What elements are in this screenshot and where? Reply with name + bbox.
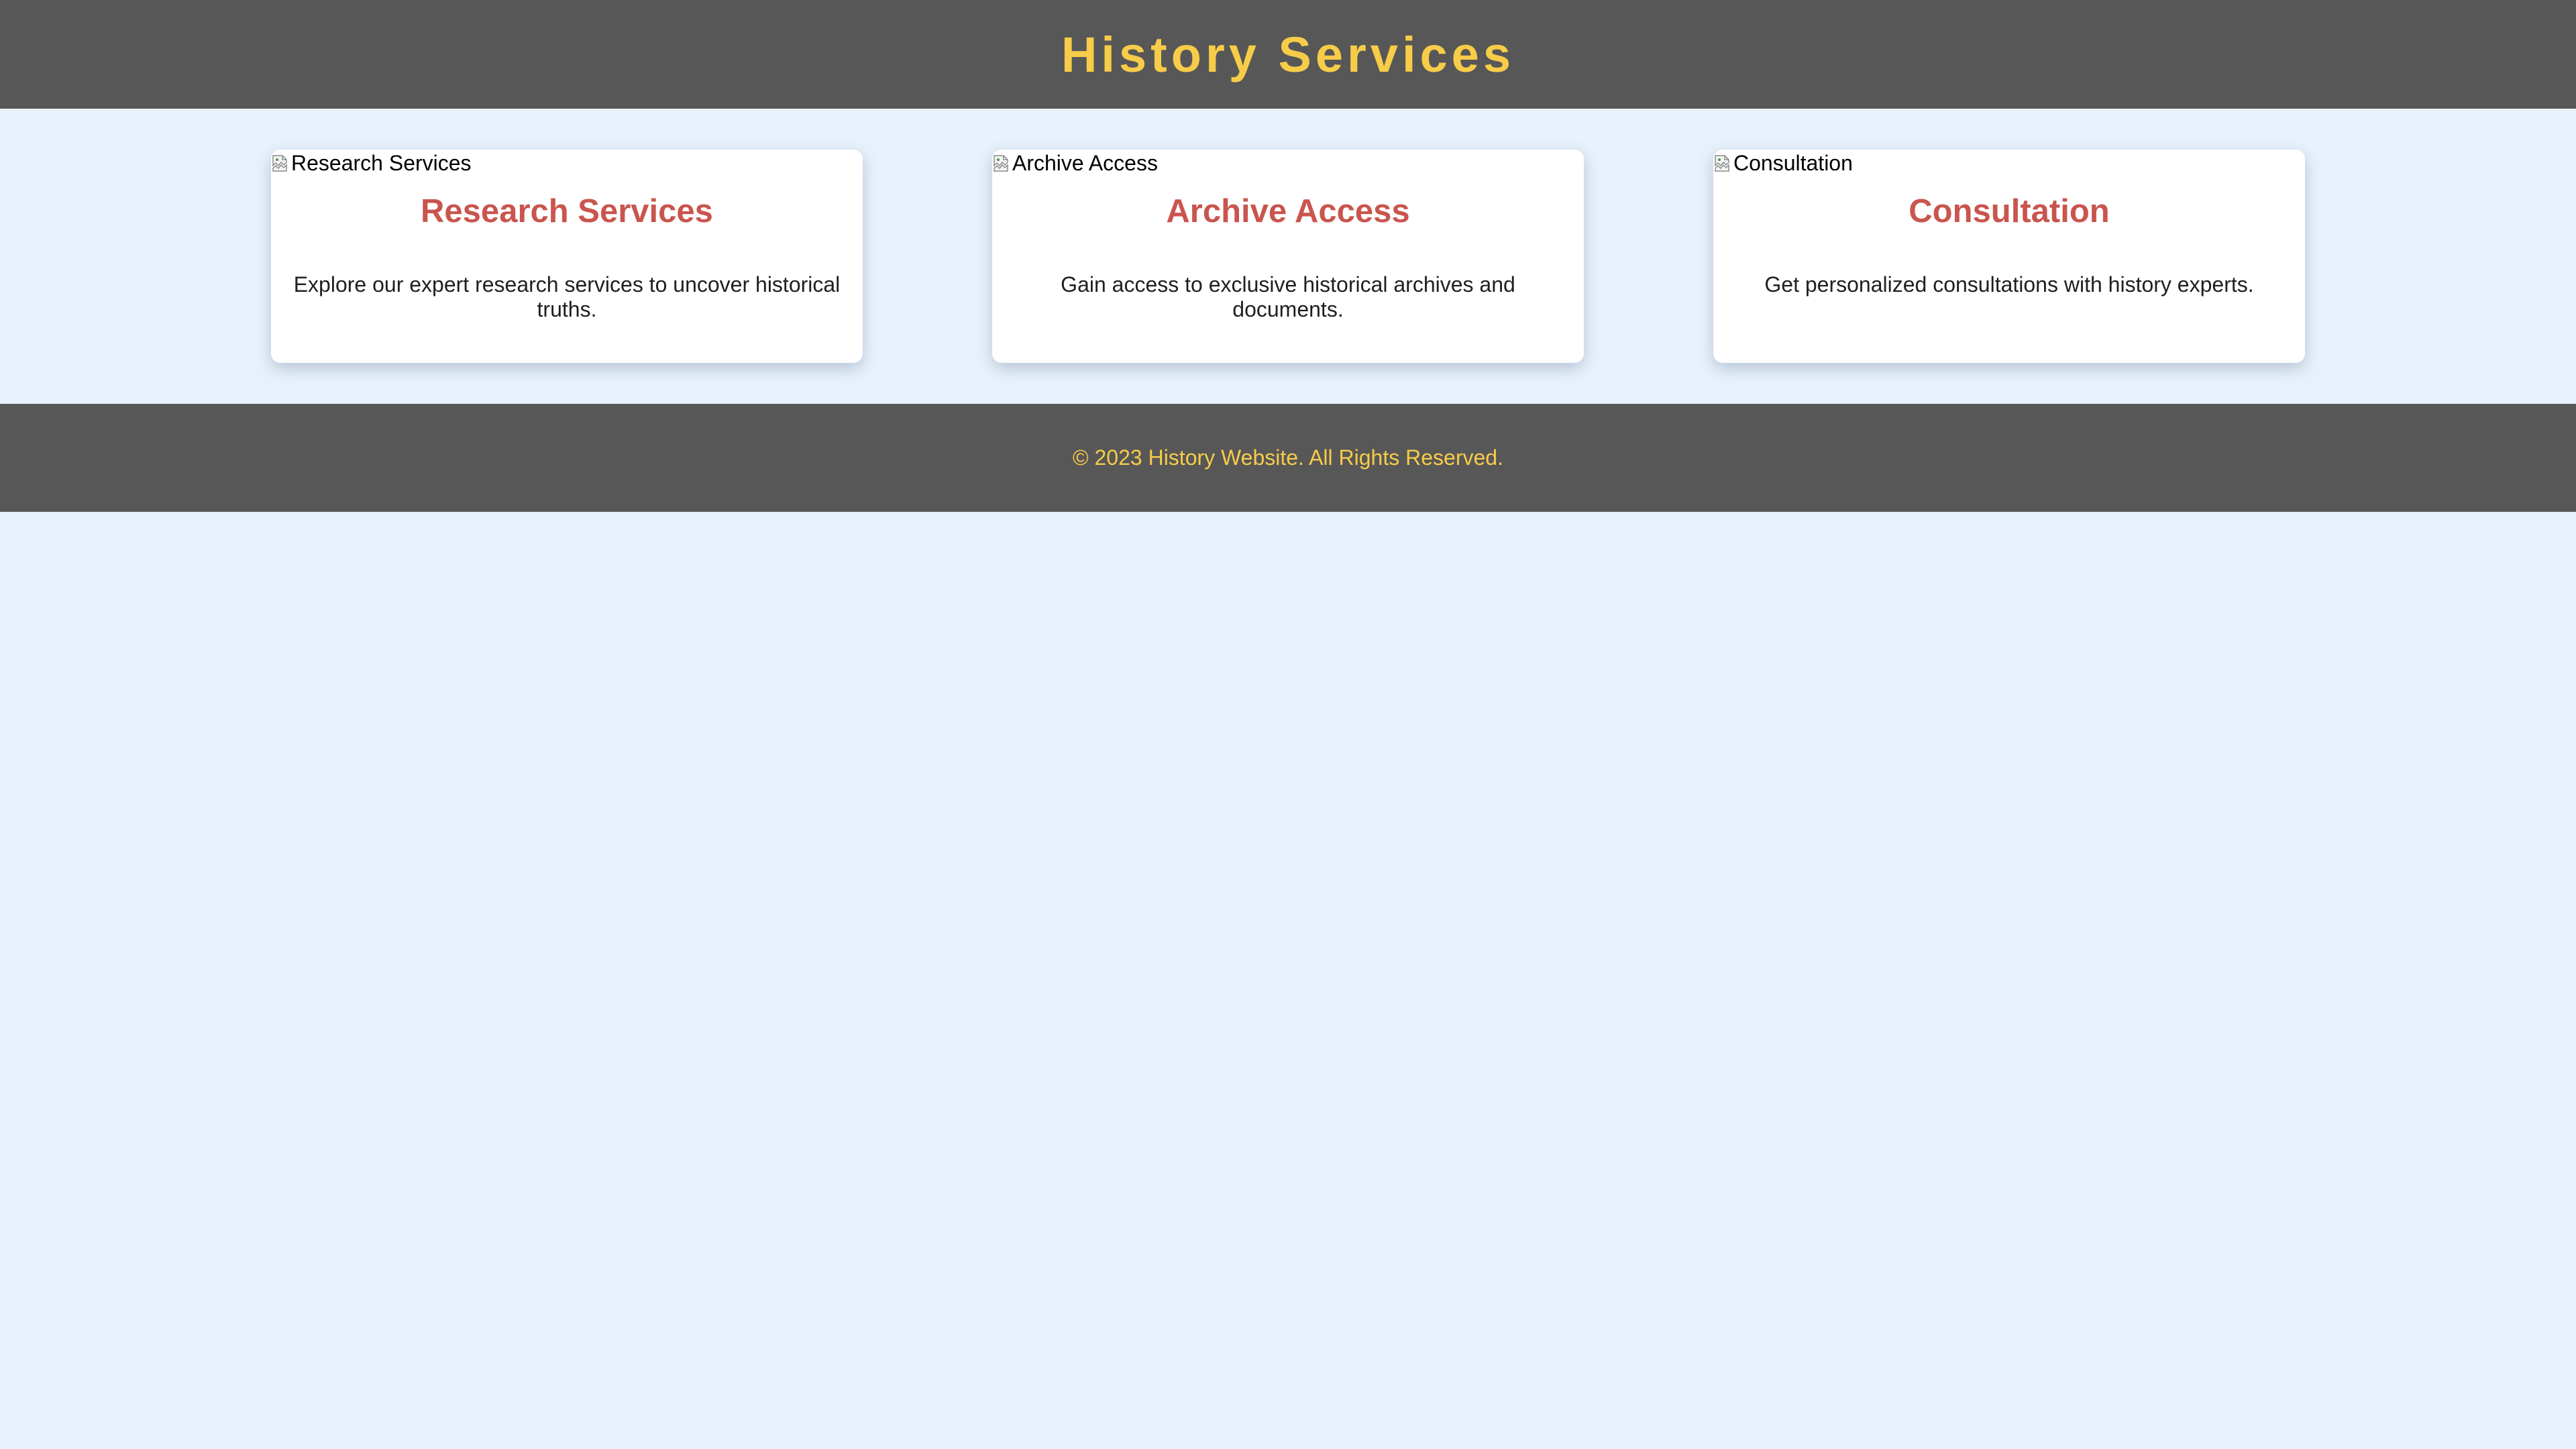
card-title: Research Services xyxy=(421,193,713,229)
card-title: Archive Access xyxy=(1166,193,1410,229)
copyright-text: © 2023 History Website. All Rights Reser… xyxy=(1073,445,1503,470)
service-card-archive: Archive Access Archive Access Gain acces… xyxy=(992,150,1584,363)
card-image: Archive Access xyxy=(992,150,1158,176)
service-card-consultation: Consultation Consultation Get personaliz… xyxy=(1713,150,2305,363)
site-footer: © 2023 History Website. All Rights Reser… xyxy=(0,404,2576,512)
card-image-alt: Archive Access xyxy=(1012,151,1158,175)
services-section: Research Services Research Services Expl… xyxy=(0,150,2576,363)
broken-image-icon xyxy=(1713,153,1732,173)
card-description: Get personalized consultations with hist… xyxy=(1764,272,2254,297)
card-image-alt: Consultation xyxy=(1733,151,1853,175)
service-card-research: Research Services Research Services Expl… xyxy=(271,150,863,363)
site-header: History Services xyxy=(0,0,2576,109)
card-description: Explore our expert research services to … xyxy=(293,272,841,321)
broken-image-icon xyxy=(992,153,1011,173)
card-image: Consultation xyxy=(1713,150,1853,176)
broken-image-icon xyxy=(271,153,290,173)
card-image: Research Services xyxy=(271,150,472,176)
page-title: History Services xyxy=(1061,26,1515,83)
card-title: Consultation xyxy=(1909,193,2110,229)
card-description: Gain access to exclusive historical arch… xyxy=(1061,272,1515,321)
card-image-alt: Research Services xyxy=(291,151,472,175)
